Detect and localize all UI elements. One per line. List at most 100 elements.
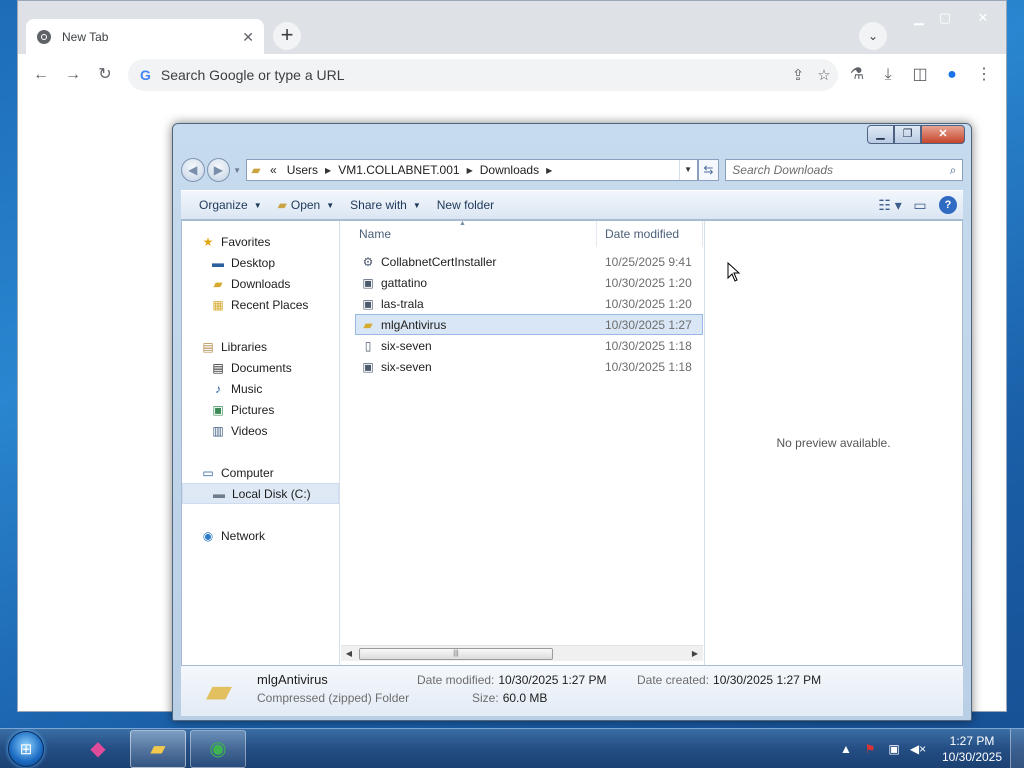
nav-libraries[interactable]: ▤ Libraries — [182, 336, 339, 357]
scroll-right-icon[interactable]: ▶ — [687, 649, 703, 658]
file-row[interactable]: ▣ six-seven 10/30/2025 1:18 — [355, 356, 703, 377]
scrollbar-track[interactable]: ||| — [357, 647, 687, 661]
help-icon[interactable]: ? — [939, 196, 957, 214]
taskbar-app-fox-icon[interactable]: ◆ — [70, 730, 126, 768]
network-status-icon[interactable]: ▣ — [882, 742, 906, 756]
bookmark-star-icon[interactable]: ☆ — [812, 66, 836, 84]
show-desktop-button[interactable] — [1010, 729, 1024, 768]
side-panel-icon[interactable]: ◫ — [907, 62, 933, 88]
file-row[interactable]: ▣ las-trala 10/30/2025 1:20 — [355, 293, 703, 314]
details-date-created: Date created: 10/30/2025 1:27 PM — [637, 673, 821, 687]
nav-computer[interactable]: ▭ Computer — [182, 462, 339, 483]
column-header-name[interactable]: ▲ Name — [341, 220, 597, 247]
explorer-close-button[interactable]: ✕ — [921, 125, 965, 144]
chrome-minimize-button[interactable]: ▁ — [906, 9, 932, 29]
chrome-close-button[interactable]: ✕ — [968, 9, 998, 29]
horizontal-scrollbar[interactable]: ◀ ||| ▶ — [341, 645, 703, 661]
share-with-label: Share with — [350, 198, 407, 212]
nav-downloads[interactable]: ▰ Downloads — [182, 273, 339, 294]
explorer-forward-button[interactable]: ▶ — [206, 158, 231, 182]
preview-pane-icon[interactable]: ▭ — [905, 197, 935, 214]
tab-new-tab[interactable]: New Tab ✕ — [26, 19, 264, 55]
breadcrumb-user-folder[interactable]: VM1.COLLABNET.001 — [333, 163, 464, 177]
forward-icon[interactable]: → — [60, 62, 86, 88]
nav-videos[interactable]: ▥ Videos — [182, 420, 339, 441]
file-row-selected[interactable]: ▰ mlgAntivirus 10/30/2025 1:27 — [355, 314, 703, 335]
show-hidden-icons-icon[interactable]: ▲ — [834, 742, 858, 756]
breadcrumb-arrow-icon[interactable]: ▶ — [544, 166, 554, 175]
new-tab-button[interactable]: + — [273, 22, 301, 50]
taskbar-explorer-icon[interactable]: ▰ — [130, 729, 186, 768]
labs-flask-icon[interactable]: ⚗ — [844, 62, 870, 88]
reload-icon[interactable]: ↻ — [92, 62, 118, 88]
tab-title: New Tab — [62, 30, 109, 44]
chevron-down-icon: ▼ — [253, 200, 262, 210]
nav-desktop[interactable]: ▬ Desktop — [182, 252, 339, 273]
navigation-pane: ★ Favorites ▬ Desktop ▰ Downloads ▦ Rece… — [182, 221, 340, 665]
details-file-name: mlgAntivirus — [257, 672, 328, 687]
breadcrumb-arrow-icon[interactable]: ▶ — [465, 166, 475, 175]
clock[interactable]: 1:27 PM 10/30/2025 — [934, 733, 1010, 765]
nav-music[interactable]: ♪ Music — [182, 378, 339, 399]
nav-documents[interactable]: ▤ Documents — [182, 357, 339, 378]
new-folder-button[interactable]: New folder — [429, 193, 502, 217]
libraries-icon: ▤ — [202, 339, 214, 354]
file-row[interactable]: ▣ gattatino 10/30/2025 1:20 — [355, 272, 703, 293]
search-downloads-input[interactable]: Search Downloads ⌕ — [725, 159, 963, 181]
column-header-date-modified[interactable]: Date modified — [597, 221, 703, 247]
tab-close-icon[interactable]: ✕ — [242, 29, 254, 46]
nav-network[interactable]: ◉ Network — [182, 525, 339, 546]
date-created-value: 10/30/2025 1:27 PM — [713, 673, 822, 687]
breadcrumb-overflow[interactable]: « — [265, 163, 282, 177]
sort-ascending-icon: ▲ — [459, 220, 466, 227]
breadcrumb-downloads[interactable]: Downloads — [475, 163, 544, 177]
file-date: 10/30/2025 1:20 — [605, 296, 692, 311]
column-name-label: Name — [359, 227, 392, 241]
nav-recent-places[interactable]: ▦ Recent Places — [182, 294, 339, 315]
details-created-column: Date created: 10/30/2025 1:27 PM — [637, 666, 821, 716]
profile-avatar-icon[interactable]: ● — [939, 62, 965, 88]
system-tray: ▲ ⚑ ▣ ◀× 1:27 PM 10/30/2025 — [834, 729, 1024, 768]
file-row[interactable]: ⚙ CollabnetCertInstaller 10/25/2025 9:41 — [355, 251, 703, 272]
nav-videos-label: Videos — [231, 423, 268, 438]
nav-favorites[interactable]: ★ Favorites — [182, 231, 339, 252]
share-with-button[interactable]: Share with ▼ — [342, 193, 429, 217]
search-placeholder[interactable]: Search Downloads — [732, 163, 944, 177]
explorer-window: ▁ ❐ ✕ ◀ ▶ ▼ ▰ « Users ▶ VM1.COLLABNET.00… — [172, 123, 972, 721]
back-icon[interactable]: ← — [28, 62, 54, 88]
breadcrumb-users[interactable]: Users — [282, 163, 323, 177]
explorer-restore-button[interactable]: ❐ — [894, 125, 921, 144]
omnibox[interactable]: G Search Google or type a URL ⇪ ☆ — [128, 59, 838, 91]
file-row[interactable]: ▯ six-seven 10/30/2025 1:18 — [355, 335, 703, 356]
omnibox-placeholder[interactable]: Search Google or type a URL — [161, 67, 786, 83]
recent-pages-dropdown[interactable]: ▼ — [232, 166, 242, 175]
organize-button[interactable]: Organize ▼ — [191, 193, 270, 217]
nav-documents-label: Documents — [231, 360, 292, 375]
refresh-button[interactable]: ⇆ — [697, 159, 720, 181]
scroll-left-icon[interactable]: ◀ — [341, 649, 357, 658]
nav-pictures[interactable]: ▣ Pictures — [182, 399, 339, 420]
volume-muted-icon[interactable]: ◀× — [906, 742, 930, 756]
action-center-flag-icon[interactable]: ⚑ — [858, 742, 882, 756]
organize-label: Organize — [199, 198, 248, 212]
tab-search-button[interactable]: ⌄ — [859, 22, 887, 50]
download-icon[interactable]: ⤓ — [875, 62, 901, 88]
view-options-icon[interactable]: ☷ ▾ — [875, 197, 905, 214]
chrome-maximize-button[interactable]: ▢ — [932, 9, 958, 29]
batch-file-icon: ▣ — [362, 296, 374, 311]
share-icon[interactable]: ⇪ — [786, 66, 810, 84]
explorer-minimize-button[interactable]: ▁ — [867, 125, 894, 144]
start-button[interactable]: ⊞ — [8, 730, 44, 767]
scrollbar-thumb[interactable]: ||| — [359, 647, 553, 660]
nav-local-disk[interactable]: ▬ Local Disk (C:) — [182, 483, 339, 504]
open-button[interactable]: ▰ Open ▼ — [270, 193, 343, 217]
search-icon[interactable]: ⌕ — [944, 163, 962, 178]
address-bar[interactable]: ▰ « Users ▶ VM1.COLLABNET.001 ▶ Download… — [246, 159, 698, 181]
chrome-menu-icon[interactable]: ⋮ — [971, 62, 997, 88]
explorer-back-button[interactable]: ◀ — [181, 158, 205, 182]
address-dropdown-icon[interactable]: ▼ — [678, 160, 697, 180]
breadcrumb-arrow-icon[interactable]: ▶ — [323, 166, 333, 175]
taskbar-chrome-icon[interactable]: ◉ — [190, 729, 246, 768]
network-icon: ◉ — [202, 528, 214, 543]
